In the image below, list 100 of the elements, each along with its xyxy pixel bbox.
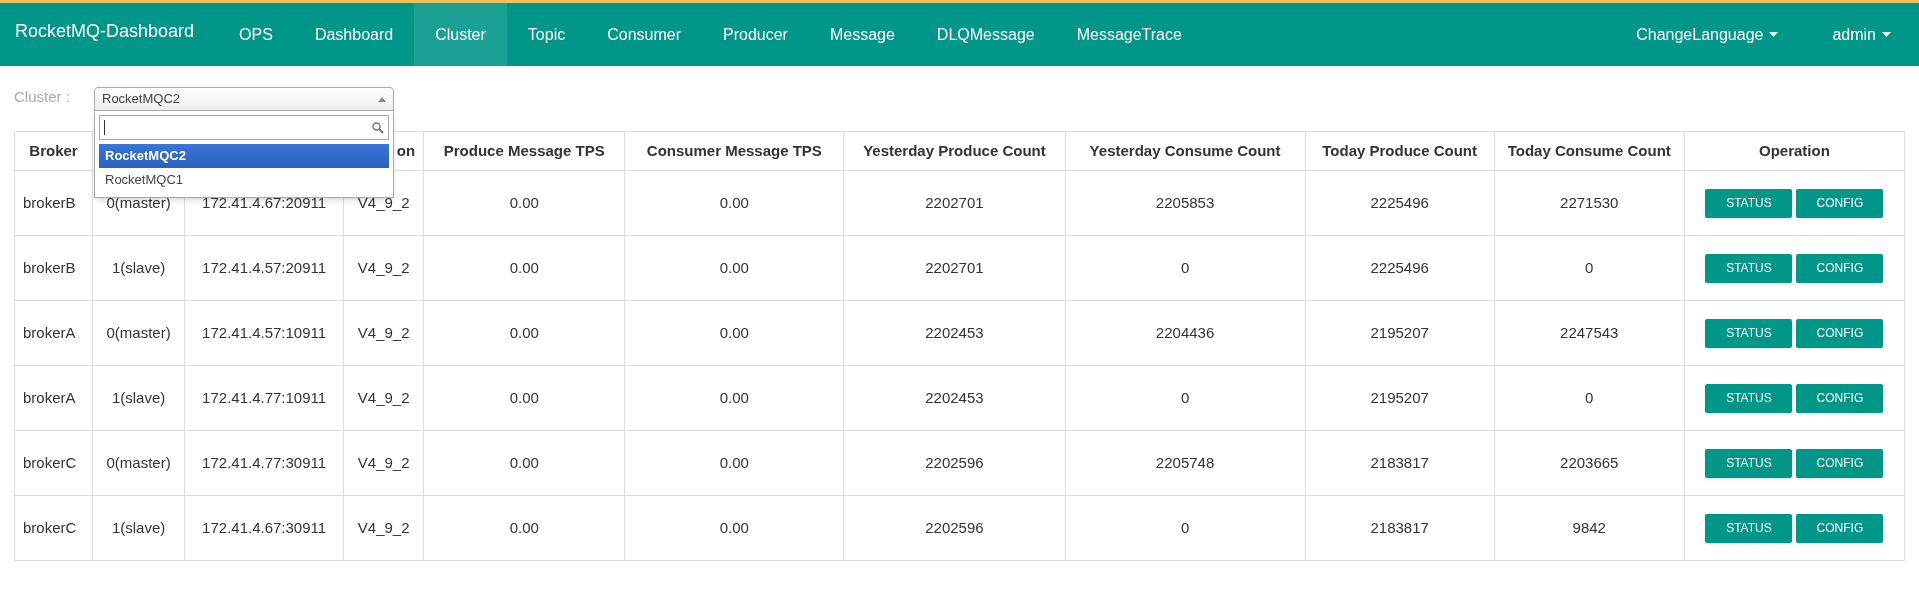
caret-icon: [1882, 32, 1891, 37]
table-cell: 2183817: [1370, 453, 1429, 471]
table-cell: 0.00: [509, 453, 539, 471]
nav-link[interactable]: DLQMessage: [915, 3, 1056, 66]
table-cell: 0: [1180, 518, 1190, 536]
table-cell: V4_9_2: [357, 193, 410, 211]
table-cell: V4_9_2: [357, 388, 410, 406]
dropdown-option[interactable]: RocketMQC1: [99, 168, 389, 192]
table-cell: 172.41.4.67:20911: [202, 193, 327, 211]
table-cell: 2205853: [1155, 193, 1215, 211]
table-cell: 1(slave): [111, 518, 166, 536]
table-cell: 0.00: [509, 258, 539, 276]
nav-link[interactable]: Producer: [702, 3, 809, 66]
row-action-button[interactable]: STATUS: [1705, 318, 1793, 348]
caret-icon: [1769, 32, 1779, 37]
table-cell: 172.41.4.57:20911: [202, 258, 327, 276]
row-action-button[interactable]: CONFIG: [1796, 253, 1884, 283]
table-cell: 0(master): [106, 323, 171, 341]
table-cell: V4_9_2: [357, 518, 410, 536]
table-cell: 0: [1585, 388, 1594, 406]
table-cell: 0.00: [719, 518, 749, 536]
table-cell: 2202596: [925, 518, 984, 536]
table-cell: 0(master): [106, 193, 171, 211]
table-cell: 2205748: [1155, 453, 1215, 471]
nav-link[interactable]: Consumer: [586, 3, 702, 66]
table-cell: 1(slave): [111, 388, 166, 406]
table-cell: 9842: [1572, 518, 1606, 536]
dropdown-menu[interactable]: admin: [1818, 3, 1905, 66]
dropdown-menu[interactable]: ChangeLanguage: [1622, 3, 1819, 66]
table-cell: 2225496: [1370, 258, 1429, 276]
table-cell: 0: [1585, 258, 1594, 276]
nav-link[interactable]: MessageTrace: [1055, 3, 1203, 66]
nav-link[interactable]: OPS: [218, 3, 294, 66]
table-cell: 0.00: [719, 388, 749, 406]
table-cell: 0: [1180, 258, 1190, 276]
table-cell: brokerB: [23, 258, 76, 276]
table-cell: brokerA: [23, 323, 76, 341]
row-action-button[interactable]: CONFIG: [1796, 448, 1884, 478]
table-cell: brokerB: [23, 193, 76, 211]
table-cell: brokerC: [23, 453, 77, 471]
table-cell: V4_9_2: [357, 258, 410, 276]
nav-link[interactable]: Message: [808, 3, 916, 66]
row-action-button[interactable]: CONFIG: [1796, 188, 1884, 218]
table-cell: 172.41.4.77:10911: [202, 388, 327, 406]
brand-title[interactable]: RocketMQ-Dashboard: [15, 18, 195, 45]
column-header: on: [396, 141, 416, 159]
table-cell: brokerC: [23, 518, 77, 536]
column-header: Operation: [1759, 141, 1830, 159]
table-cell: 172.41.4.57:10911: [202, 323, 327, 341]
table-cell: 2271530: [1560, 193, 1619, 211]
nav-link[interactable]: Cluster: [414, 3, 507, 66]
row-action-button[interactable]: STATUS: [1705, 448, 1793, 478]
column-header: Today Consume Count: [1507, 141, 1671, 159]
row-action-button[interactable]: STATUS: [1705, 253, 1793, 283]
table-cell: 1(slave): [111, 258, 166, 276]
search-icon: [372, 121, 384, 134]
table-cell: 0.00: [509, 323, 539, 341]
table-cell: 2195207: [1370, 388, 1429, 406]
table-cell: brokerA: [23, 388, 76, 406]
table-cell: V4_9_2: [357, 323, 410, 341]
nav-link[interactable]: Dashboard: [293, 3, 415, 66]
table-cell: 2202701: [925, 258, 984, 276]
table-cell: 0(master): [106, 453, 171, 471]
cluster-label: Cluster :: [14, 87, 70, 107]
table-cell: 0.00: [509, 193, 539, 211]
table-cell: 0.00: [719, 323, 749, 341]
row-action-button[interactable]: STATUS: [1705, 513, 1793, 543]
column-header: Broker: [29, 141, 78, 159]
table-cell: 0.00: [719, 193, 749, 211]
table-cell: 2202453: [925, 323, 984, 341]
table-cell: 0.00: [719, 453, 749, 471]
table-cell: 2195207: [1370, 323, 1429, 341]
column-header: Produce Message TPS: [443, 141, 605, 159]
row-action-button[interactable]: CONFIG: [1796, 383, 1884, 413]
cluster-select[interactable]: RocketMQC2: [94, 87, 394, 111]
column-header: Yesterday Consume Count: [1089, 141, 1281, 159]
dropdown-option[interactable]: RocketMQC2: [99, 144, 389, 168]
search-field[interactable]: [99, 115, 389, 140]
table-cell: 2202701: [925, 193, 984, 211]
table-cell: 2203665: [1560, 453, 1619, 471]
row-action-button[interactable]: STATUS: [1705, 383, 1793, 413]
table-cell: 0.00: [509, 518, 539, 536]
row-action-button[interactable]: CONFIG: [1796, 513, 1884, 543]
column-header: Yesterday Produce Count: [863, 141, 1046, 159]
table-cell: 2204436: [1155, 323, 1215, 341]
table-cell: 2183817: [1370, 518, 1429, 536]
table-cell: 2247543: [1560, 323, 1619, 341]
table-cell: 2202596: [925, 453, 984, 471]
table-cell: V4_9_2: [357, 453, 410, 471]
table-cell: 2225496: [1370, 193, 1429, 211]
row-action-button[interactable]: STATUS: [1705, 188, 1793, 218]
table-cell: 2202453: [925, 388, 984, 406]
column-header: Today Produce Count: [1322, 141, 1478, 159]
nav-link[interactable]: Topic: [506, 3, 587, 66]
table-cell: 0: [1180, 388, 1190, 406]
table-cell: 172.41.4.67:30911: [202, 518, 327, 536]
table-cell: 172.41.4.77:30911: [202, 453, 327, 471]
row-action-button[interactable]: CONFIG: [1796, 318, 1884, 348]
caret-icon: [378, 96, 386, 102]
table-cell: 0.00: [719, 258, 749, 276]
